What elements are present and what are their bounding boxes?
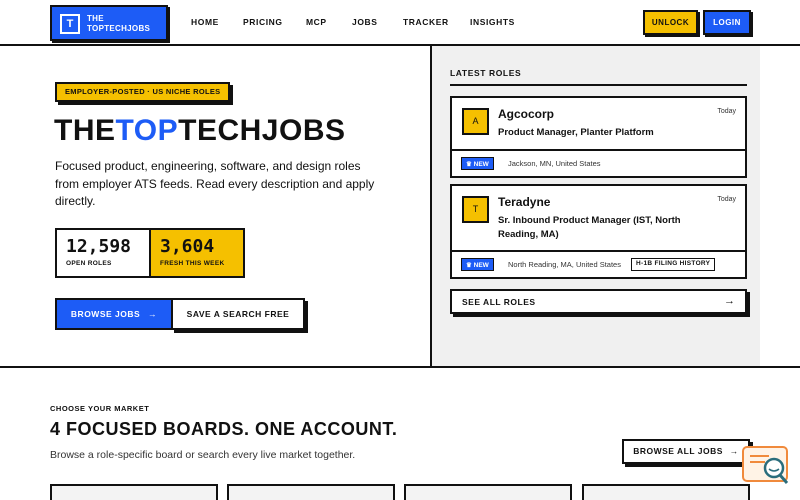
company-avatar: A: [462, 108, 489, 135]
board-card[interactable]: [582, 484, 750, 500]
markets-eyebrow: CHOOSE YOUR MARKET: [50, 404, 150, 413]
browse-all-jobs-label: BROWSE ALL JOBS: [633, 446, 723, 456]
job-title: Product Manager, Planter Platform: [498, 127, 654, 138]
see-all-roles-button[interactable]: SEE ALL ROLES →: [450, 289, 747, 314]
hero-badge: EMPLOYER-POSTED · US NICHE ROLES: [55, 82, 231, 102]
nav-tracker[interactable]: TRACKER: [403, 17, 449, 27]
board-card[interactable]: [50, 484, 218, 500]
job-card-footer: ♛ NEW North Reading, MA, United States H…: [452, 250, 745, 277]
board-card[interactable]: [227, 484, 395, 500]
nav-jobs[interactable]: JOBS: [352, 17, 378, 27]
posted-date: Today: [717, 196, 736, 203]
nav-insights[interactable]: INSIGHTS: [470, 17, 515, 27]
title-part-3: TECHJOBS: [178, 114, 346, 147]
title-part-1: THE: [54, 114, 116, 147]
nav-home[interactable]: HOME: [191, 17, 219, 27]
hero-description: Focused product, engineering, software, …: [55, 159, 375, 208]
stat-label: FRESH THIS WEEK: [160, 260, 225, 267]
divider: [450, 84, 747, 86]
new-badge: ♛ NEW: [461, 157, 494, 170]
stat-open-roles: 12,598 OPEN ROLES: [57, 230, 149, 276]
new-badge: ♛ NEW: [461, 258, 494, 271]
save-search-button[interactable]: SAVE A SEARCH FREE: [171, 298, 305, 330]
browse-jobs-button[interactable]: BROWSE JOBS →: [55, 298, 173, 330]
new-badge-label: NEW: [473, 262, 489, 269]
company-avatar: T: [462, 196, 489, 223]
logo-line-2: TOPTECHJOBS: [87, 24, 151, 33]
arrow-right-icon: →: [729, 446, 739, 456]
unlock-button[interactable]: UNLOCK: [643, 10, 698, 35]
nav-pricing[interactable]: PRICING: [243, 17, 283, 27]
stat-label: OPEN ROLES: [66, 260, 112, 267]
stat-value: 3,604: [160, 236, 215, 257]
stat-fresh-this-week: 3,604 FRESH THIS WEEK: [149, 230, 243, 276]
hero-title: THETOPTECHJOBS: [54, 114, 346, 148]
login-button[interactable]: LOGIN: [703, 10, 751, 35]
site-logo[interactable]: T THE TOPTECHJOBS: [50, 5, 168, 41]
crown-icon: ♛: [466, 262, 474, 269]
job-title: Sr. Inbound Product Manager (IST, North …: [498, 215, 681, 240]
arrow-right-icon: →: [148, 309, 158, 319]
stats-box: 12,598 OPEN ROLES 3,604 FRESH THIS WEEK: [55, 228, 245, 278]
stat-value: 12,598: [66, 236, 132, 257]
board-card[interactable]: [404, 484, 572, 500]
hero-section: EMPLOYER-POSTED · US NICHE ROLES THETOPT…: [0, 46, 800, 368]
site-header: T THE TOPTECHJOBS HOME PRICING MCP JOBS …: [0, 0, 800, 46]
arrow-right-icon: →: [724, 295, 735, 307]
job-location: Jackson, MN, United States: [508, 159, 601, 168]
latest-roles-title: LATEST ROLES: [450, 68, 522, 78]
logo-mark: T: [60, 14, 80, 34]
markets-description: Browse a role-specific board or search e…: [50, 449, 356, 461]
new-badge-label: NEW: [473, 161, 489, 168]
markets-title: 4 FOCUSED BOARDS. ONE ACCOUNT.: [50, 419, 398, 439]
chat-search-icon[interactable]: [741, 445, 791, 487]
job-card-footer: ♛ NEW Jackson, MN, United States: [452, 149, 745, 176]
job-card[interactable]: T Teradyne Today Sr. Inbound Product Man…: [450, 184, 747, 279]
see-all-roles-label: SEE ALL ROLES: [462, 297, 536, 307]
job-location: North Reading, MA, United States: [508, 260, 621, 269]
crown-icon: ♛: [466, 161, 474, 168]
latest-roles-panel: LATEST ROLES A Agcocorp Today Product Ma…: [430, 46, 760, 366]
company-name: Teradyne: [498, 195, 551, 209]
browse-jobs-label: BROWSE JOBS: [70, 309, 141, 319]
nav-mcp[interactable]: MCP: [306, 17, 327, 27]
posted-date: Today: [717, 108, 736, 115]
logo-text: THE TOPTECHJOBS: [87, 14, 150, 34]
job-card[interactable]: A Agcocorp Today Product Manager, Plante…: [450, 96, 747, 178]
h1b-history-tag[interactable]: H-1B FILING HISTORY: [631, 258, 716, 271]
company-name: Agcocorp: [498, 107, 555, 121]
logo-line-1: THE: [87, 14, 104, 23]
title-part-2: TOP: [115, 114, 179, 147]
browse-all-jobs-button[interactable]: BROWSE ALL JOBS →: [622, 439, 750, 464]
